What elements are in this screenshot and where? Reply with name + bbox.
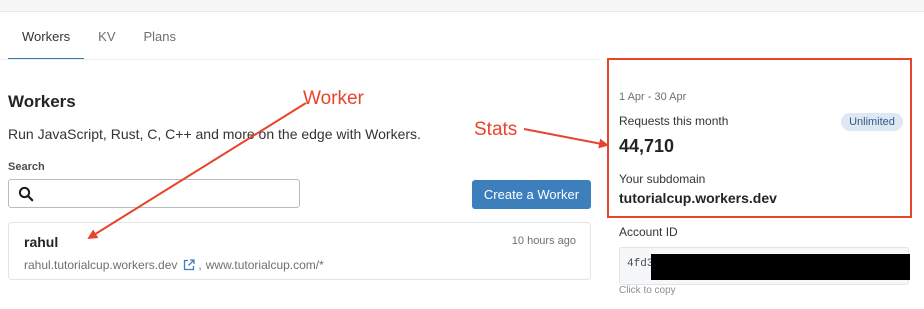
stats-date-range: 1 Apr - 30 Apr	[619, 91, 687, 103]
plan-badge: Unlimited	[841, 113, 903, 131]
page-description: Run JavaScript, Rust, C, C++ and more on…	[8, 126, 421, 142]
account-id-field[interactable]: 4fd3	[619, 247, 910, 285]
create-worker-button[interactable]: Create a Worker	[472, 180, 591, 209]
worker-list-item[interactable]: rahul 10 hours ago rahul.tutorialcup.wor…	[8, 222, 591, 280]
account-id-label: Account ID	[619, 225, 678, 239]
search-field[interactable]	[8, 179, 300, 208]
worker-annotation-label: Worker	[303, 88, 364, 109]
search-label: Search	[8, 161, 45, 173]
tab-kv[interactable]: KV	[84, 18, 129, 60]
page-title: Workers	[8, 92, 76, 111]
worker-annotation-arrow	[87, 102, 307, 240]
tab-bar: Workers KV Plans	[8, 18, 190, 60]
search-input[interactable]	[39, 182, 294, 205]
worker-routes: rahul.tutorialcup.workers.dev , www.tuto…	[24, 258, 324, 272]
search-icon	[18, 186, 34, 202]
requests-label: Requests this month	[619, 114, 729, 128]
tab-plans[interactable]: Plans	[130, 18, 191, 60]
top-header-band	[0, 0, 924, 12]
worker-subdomain-link[interactable]: rahul.tutorialcup.workers.dev	[24, 258, 177, 272]
stats-annotation-label: Stats	[474, 119, 518, 140]
account-id-value: 4fd3	[627, 258, 654, 270]
subdomain-label: Your subdomain	[619, 172, 706, 186]
stats-annotation-arrow	[523, 128, 609, 149]
subdomain-value: tutorialcup.workers.dev	[619, 190, 777, 206]
worker-name[interactable]: rahul	[24, 234, 58, 250]
redaction-block	[651, 254, 910, 280]
route-separator: ,	[198, 258, 202, 272]
tabs-divider	[0, 59, 600, 60]
worker-updated-time: 10 hours ago	[511, 235, 576, 247]
requests-value: 44,710	[619, 136, 675, 156]
worker-route: www.tutorialcup.com/*	[205, 258, 324, 272]
copy-hint: Click to copy	[619, 285, 676, 296]
external-link-icon[interactable]	[183, 259, 196, 271]
tab-workers[interactable]: Workers	[8, 18, 85, 60]
